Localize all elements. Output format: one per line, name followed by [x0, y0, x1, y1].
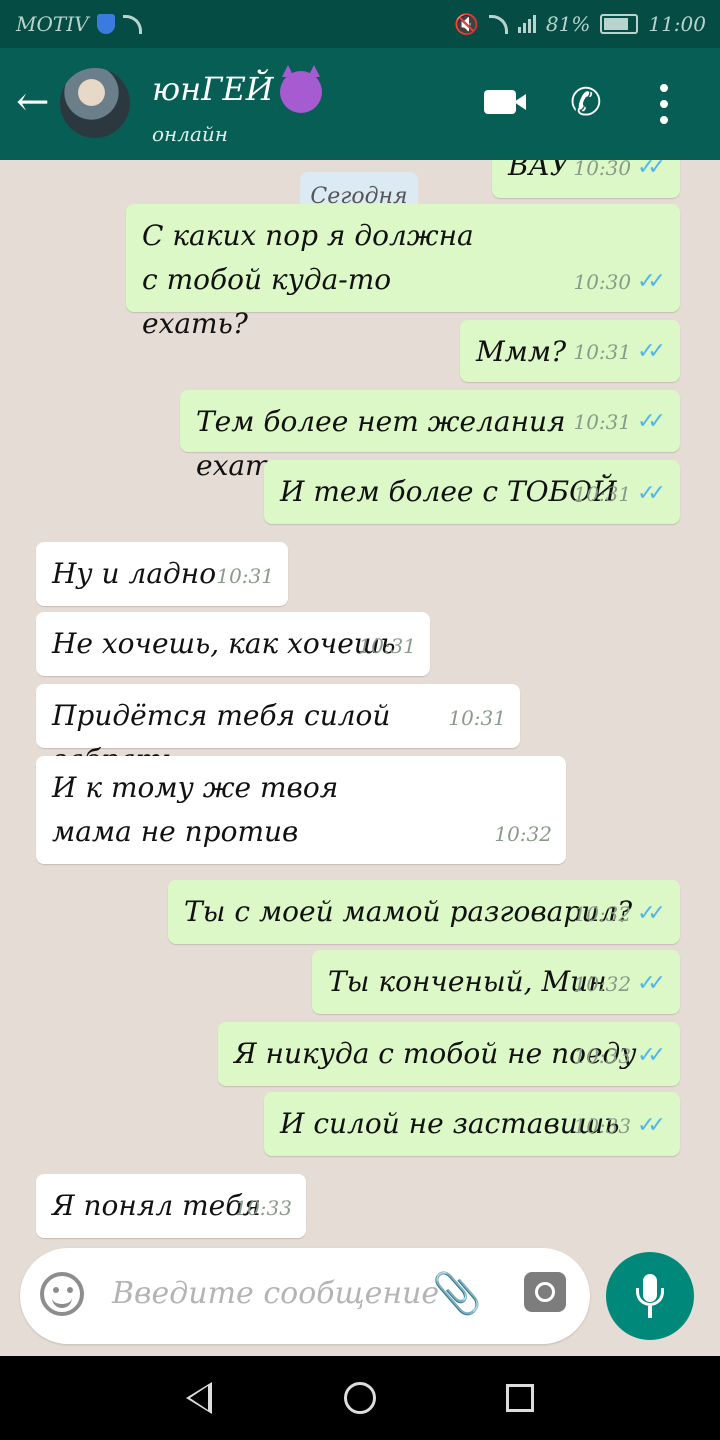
nav-recent-apps-icon[interactable] — [506, 1384, 534, 1412]
nav-home-icon[interactable] — [344, 1382, 376, 1414]
double-check-icon: ✓✓ — [637, 1113, 666, 1138]
message-time: 10:31 — [358, 634, 416, 658]
double-check-icon: ✓✓ — [637, 409, 666, 434]
double-check-icon: ✓✓ — [637, 1043, 666, 1068]
message-bubble[interactable]: Ты с моей мамой разговарил? 10:32 ✓✓ — [168, 880, 680, 944]
double-check-icon: ✓✓ — [637, 901, 666, 926]
message-input[interactable]: Введите сообщение — [112, 1276, 439, 1311]
camera-icon[interactable] — [524, 1272, 566, 1312]
nfc-icon — [122, 14, 142, 34]
message-text: И к тому же твоя мама не против — [52, 771, 339, 848]
message-bubble[interactable]: Придётся тебя силой забрать 10:31 — [36, 684, 520, 776]
system-nav-bar — [0, 1356, 720, 1440]
battery-percent: 81% — [545, 12, 591, 36]
contact-name-text: юнГЕЙ — [152, 70, 274, 108]
video-call-icon[interactable] — [484, 90, 526, 114]
double-check-icon: ✓✓ — [637, 339, 666, 364]
message-time: 10:31 — [573, 340, 632, 364]
back-arrow-icon[interactable]: ← — [16, 82, 50, 122]
chat-header: ← юнГЕЙ онлайн ✆ — [0, 48, 720, 160]
message-bubble[interactable]: И тем более с ТОБОЙ 10:31 ✓✓ — [264, 460, 680, 524]
status-bar: MOTIV 🔇 81% 11:00 — [0, 0, 720, 48]
message-bubble[interactable]: Ты конченый, Мин 10:32 ✓✓ — [312, 950, 680, 1014]
message-bubble[interactable]: Ммм? 10:31 ✓✓ — [460, 320, 680, 382]
double-check-icon: ✓✓ — [637, 481, 666, 506]
battery-icon — [600, 14, 639, 34]
mute-icon: 🔇 — [454, 12, 479, 36]
message-bubble[interactable]: Я никуда с тобой не поеду 10:33 ✓✓ — [218, 1022, 680, 1086]
message-bubble[interactable]: И силой не заставишь 10:33 ✓✓ — [264, 1092, 680, 1156]
message-time: 10:33 — [573, 1044, 632, 1068]
double-check-icon: ✓✓ — [637, 971, 666, 996]
message-time: 10:31 — [573, 410, 632, 434]
message-bubble[interactable]: И к тому же твоя мама не против 10:32 — [36, 756, 566, 864]
carrier-label: MOTIV — [16, 12, 89, 36]
message-time: 10:33 — [234, 1196, 292, 1220]
phone-call-icon[interactable]: ✆ — [570, 80, 602, 124]
message-bubble[interactable]: Не хочешь, как хочешь 10:31 — [36, 612, 430, 676]
shield-icon — [96, 14, 115, 34]
message-time: 10:30 — [573, 270, 632, 294]
devil-emoji-icon — [279, 64, 322, 113]
voice-message-button[interactable] — [606, 1252, 694, 1340]
message-time: 10:32 — [494, 822, 552, 846]
message-time: 10:31 — [448, 706, 506, 730]
message-composer[interactable]: Введите сообщение 📎 — [20, 1248, 590, 1344]
message-bubble[interactable]: ВАУ 10:30 ✓✓ — [492, 160, 680, 198]
wifi-icon — [488, 14, 508, 34]
message-time: 10:31 — [216, 564, 274, 588]
message-bubble[interactable]: Ну и ладно 10:31 — [36, 542, 288, 606]
avatar[interactable] — [60, 68, 130, 138]
message-bubble[interactable]: С каких пор я должна с тобой куда-то еха… — [126, 204, 680, 340]
message-time: 10:30 — [573, 160, 632, 180]
double-check-icon: ✓✓ — [637, 269, 666, 294]
message-bubble[interactable]: Тем более нет желания ехать 10:31 ✓✓ — [180, 390, 680, 482]
double-check-icon: ✓✓ — [637, 160, 666, 180]
signal-icon — [517, 15, 536, 33]
message-time: 10:32 — [573, 902, 632, 926]
message-time: 10:32 — [573, 972, 632, 996]
nav-back-icon[interactable] — [186, 1382, 212, 1414]
message-time: 10:33 — [573, 1114, 632, 1138]
message-time: 10:31 — [573, 482, 632, 506]
message-list[interactable]: Сегодня ВАУ 10:30 ✓✓ С каких пор я должна… — [0, 160, 720, 1356]
message-bubble[interactable]: Я понял тебя 10:33 — [36, 1174, 306, 1238]
contact-name[interactable]: юнГЕЙ — [152, 64, 322, 113]
more-options-icon[interactable] — [660, 84, 668, 124]
contact-status: онлайн — [152, 122, 228, 146]
emoji-icon[interactable] — [40, 1272, 84, 1316]
clock: 11:00 — [648, 12, 706, 36]
attach-icon[interactable]: 📎 — [432, 1270, 482, 1317]
